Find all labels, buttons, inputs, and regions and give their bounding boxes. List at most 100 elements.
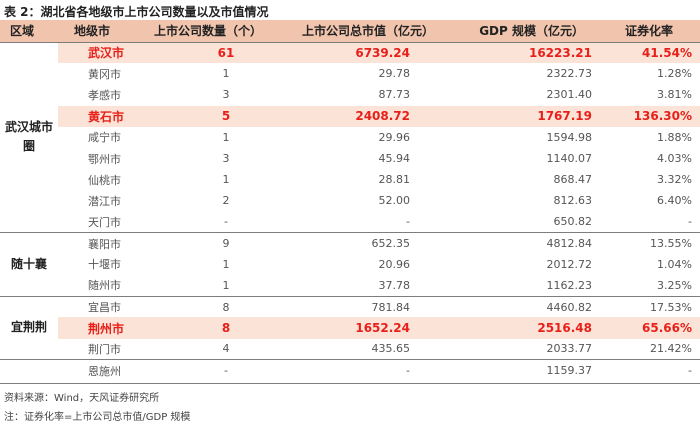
header-gdp: GDP 规模（亿元）	[448, 20, 598, 43]
header-row: 区域 地级市 上市公司数量（个） 上市公司总市值（亿元） GDP 规模（亿元） …	[0, 20, 700, 43]
city-cell: 黄石市	[58, 105, 144, 127]
city-cell: 宜昌市	[88, 301, 121, 315]
cap-cell: 781.84	[371, 300, 411, 314]
gdp-cell: 868.47	[553, 173, 593, 187]
city-cell: 黄冈市	[88, 67, 121, 81]
count-cell: -	[144, 211, 272, 234]
table-row: 十堰市 1 20.96 2012.72 1.04%	[0, 254, 700, 275]
table-body: 武汉城市圈 武汉市 61 6739.24 16223.21 41.54% 黄冈市 1 29.78…	[0, 42, 700, 381]
city-cell: 十堰市	[88, 258, 121, 272]
count-cell: 8	[144, 317, 272, 339]
count-cell: 1	[222, 173, 230, 187]
gdp-cell: 1594.98	[546, 130, 593, 144]
ratio-cell: 65.66%	[598, 317, 700, 339]
gdp-cell: 812.63	[553, 194, 593, 208]
formula-note: 注：证券化率=上市公司总市值/GDP 规模	[4, 412, 191, 423]
cap-cell: 1652.24	[272, 317, 448, 339]
ratio-cell: 13.55%	[650, 237, 692, 251]
cap-cell: 52.00	[378, 194, 411, 208]
region-cell	[0, 360, 58, 381]
count-cell: 1	[222, 130, 230, 144]
header-count: 上市公司数量（个）	[144, 20, 272, 43]
table-row: 宜荆荆 宜昌市 8 781.84 4460.82 17.53%	[0, 296, 700, 361]
table-row: 天门市 - -650.82-	[0, 211, 700, 234]
ratio-cell: 1.28%	[657, 67, 692, 81]
count-cell: 8	[222, 300, 230, 314]
cap-cell: 29.96	[378, 130, 411, 144]
ratio-cell: 1.04%	[657, 257, 692, 271]
ratio-cell: 3.25%	[598, 275, 700, 297]
gdp-cell: 1140.07	[546, 152, 593, 166]
region-cell: 随十襄	[0, 232, 58, 297]
count-cell: 1	[222, 67, 230, 81]
table-row: 黄冈市 1 29.78 2322.73 1.28%	[0, 63, 700, 84]
table-row: 潜江市 2 52.00 812.63 6.40%	[0, 190, 700, 211]
count-cell: 1	[222, 257, 230, 271]
city-cell: 咸宁市	[88, 131, 121, 145]
gdp-cell: 2322.73	[546, 67, 593, 81]
data-table: 区域 地级市 上市公司数量（个） 上市公司总市值（亿元） GDP 规模（亿元） …	[0, 20, 700, 381]
ratio-cell: 3.81%	[657, 88, 692, 102]
gdp-cell: 2033.77	[448, 338, 598, 361]
report-page: 表 2：湖北省各地级市上市公司数量以及市值情况 区域 地级市 上市公司数量（个）…	[0, 0, 700, 426]
cap-cell: 652.35	[371, 237, 411, 251]
city-cell: 仙桃市	[88, 173, 121, 187]
gdp-cell: 16223.21	[448, 42, 598, 64]
city-cell: 随州市	[58, 275, 144, 297]
table-row: 随州市 1 37.78 1162.23 3.25%	[0, 275, 700, 297]
cap-cell: -	[406, 364, 410, 378]
cap-cell: 28.81	[378, 173, 411, 187]
count-cell: -	[224, 364, 228, 378]
table-row: 孝感市 3 87.73 2301.40 3.81%	[0, 84, 700, 105]
gdp-cell: 4812.84	[546, 237, 593, 251]
table-row: 仙桃市 1 28.81 868.47 3.32%	[0, 169, 700, 190]
count-cell: 3	[222, 152, 230, 166]
table-row: 咸宁市 1 29.96 1594.98 1.88%	[0, 127, 700, 148]
region-cell: 宜荆荆	[0, 296, 58, 361]
cap-cell: 37.78	[272, 275, 448, 297]
cap-cell: 45.94	[378, 152, 411, 166]
city-cell: 天门市	[58, 211, 144, 234]
city-cell: 荆门市	[58, 338, 144, 361]
table-row: 荆门市 4 435.65 2033.77 21.42%	[0, 338, 700, 361]
cap-cell: 29.78	[378, 67, 411, 81]
gdp-cell: 650.82	[448, 211, 598, 234]
ratio-cell: 6.40%	[657, 194, 692, 208]
ratio-cell: 4.03%	[657, 152, 692, 166]
ratio-cell: -	[598, 211, 700, 234]
city-cell: 武汉市	[58, 42, 144, 64]
ratio-cell: 136.30%	[598, 105, 700, 127]
gdp-cell: 1767.19	[448, 105, 598, 127]
cap-cell: 2408.72	[272, 105, 448, 127]
ratio-cell: 21.42%	[598, 338, 700, 361]
city-cell: 恩施州	[88, 364, 121, 378]
table-row: 随十襄 襄阳市 9 652.35 4812.84 13.55%	[0, 232, 700, 297]
table-row: 鄂州市 3 45.94 1140.07 4.03%	[0, 148, 700, 169]
city-cell: 襄阳市	[88, 237, 121, 251]
ratio-cell: 41.54%	[598, 42, 700, 64]
gdp-cell: 1162.23	[448, 275, 598, 297]
city-cell: 荆州市	[58, 317, 144, 339]
gdp-cell: 4460.82	[546, 300, 593, 314]
cap-cell: -	[272, 211, 448, 234]
count-cell: 3	[222, 88, 230, 102]
header-city: 地级市	[58, 20, 144, 43]
ratio-cell: 3.32%	[657, 173, 692, 187]
count-cell: 1	[144, 275, 272, 297]
ratio-cell: 17.53%	[650, 300, 692, 314]
gdp-cell: 2516.48	[448, 317, 598, 339]
count-cell: 61	[144, 42, 272, 64]
cap-cell: 20.96	[378, 257, 411, 271]
header-cap: 上市公司总市值（亿元）	[272, 20, 448, 43]
city-cell: 潜江市	[88, 194, 121, 208]
header-region: 区域	[0, 20, 58, 43]
count-cell: 9	[222, 237, 230, 251]
table-row: 恩施州 - - 1159.37 -	[0, 360, 700, 381]
cap-cell: 6739.24	[272, 42, 448, 64]
region-cell: 武汉城市圈	[0, 42, 58, 234]
header-ratio: 证券化率	[598, 20, 700, 43]
gdp-cell: 2301.40	[546, 88, 593, 102]
footer-divider	[0, 383, 700, 384]
count-cell: 4	[144, 338, 272, 361]
cap-cell: 87.73	[378, 88, 411, 102]
